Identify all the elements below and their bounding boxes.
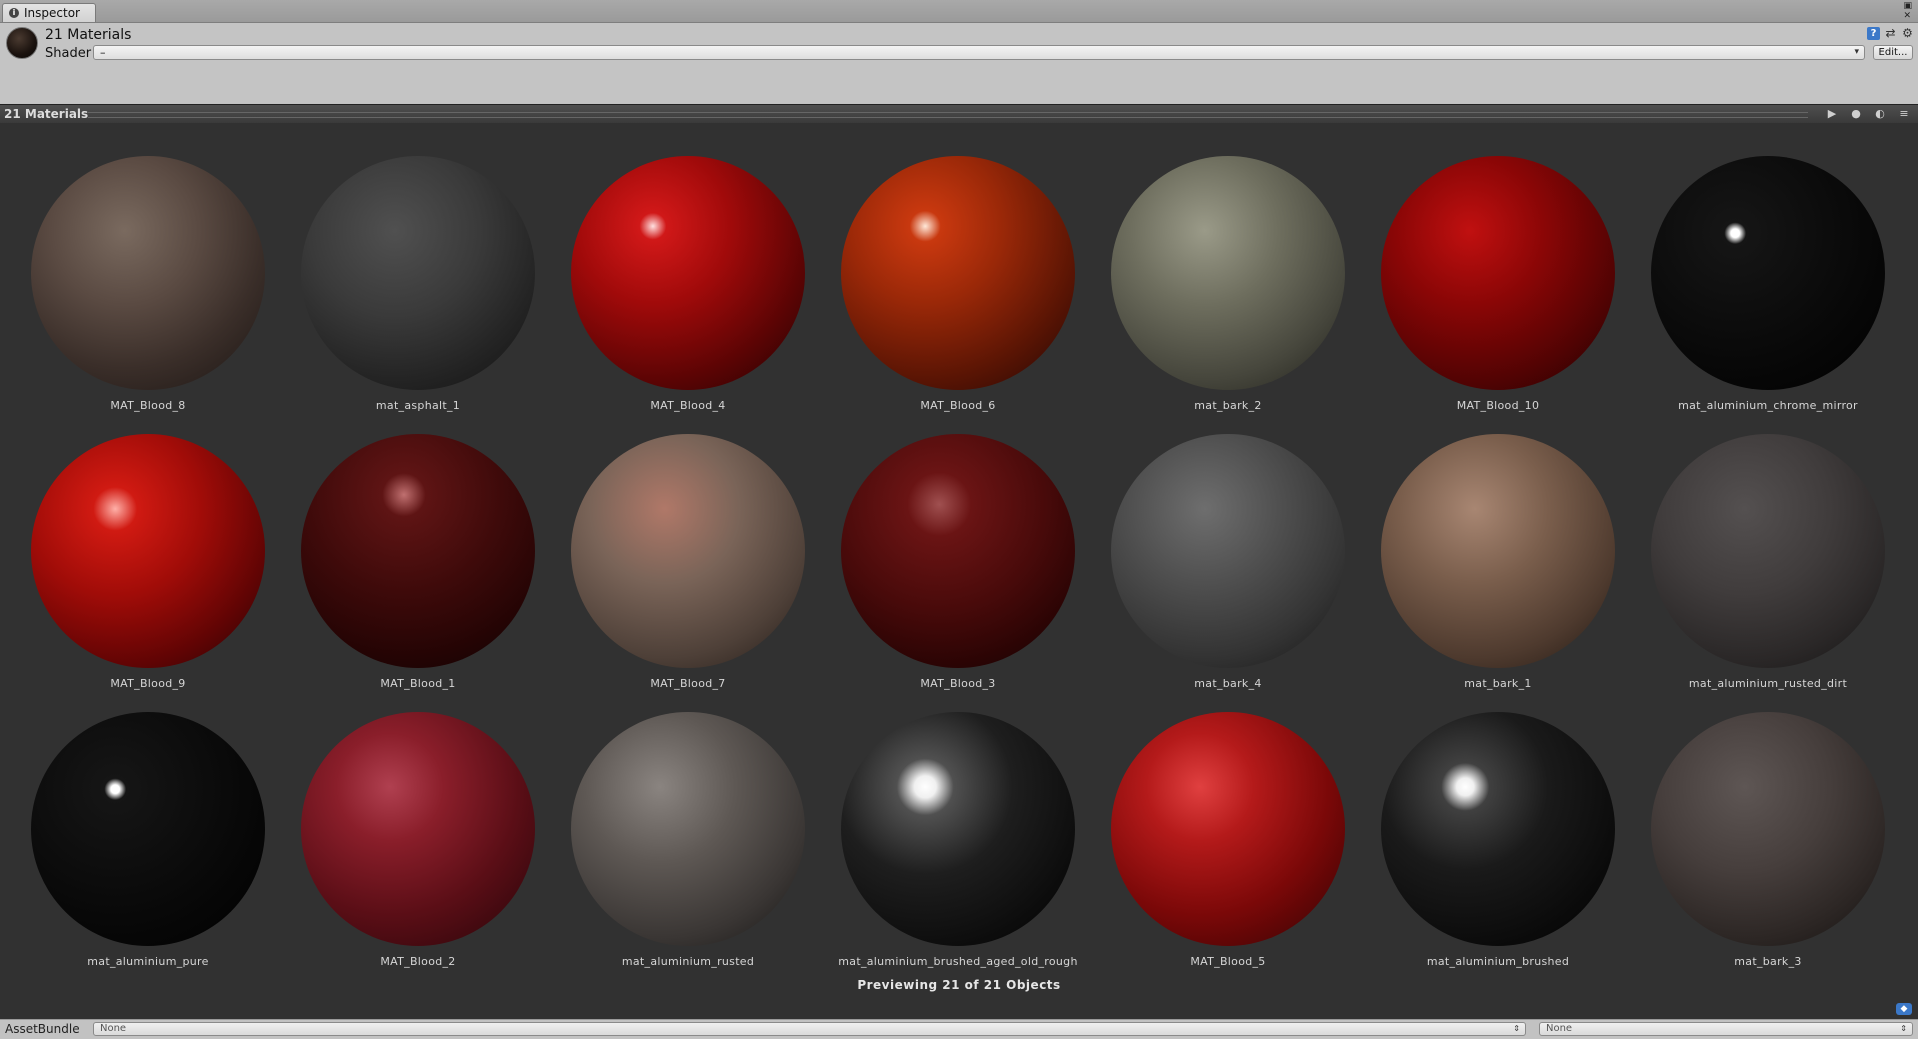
- inspector-title: 21 Materials: [45, 27, 132, 43]
- lights-icon[interactable]: ◐: [1872, 107, 1888, 121]
- material-name: mat_aluminium_chrome_mirror: [1678, 399, 1858, 412]
- material-sphere[interactable]: [301, 156, 535, 390]
- material-name: MAT_Blood_2: [380, 955, 456, 968]
- material-name: MAT_Blood_6: [920, 399, 996, 412]
- close-icon[interactable]: ✕: [1903, 12, 1912, 21]
- preview-status: Previewing 21 of 21 Objects: [857, 978, 1061, 992]
- sphere-icon[interactable]: ●: [1848, 107, 1864, 121]
- shader-dropdown-value: –: [100, 46, 106, 59]
- material-name: mat_bark_1: [1464, 677, 1532, 690]
- material-sphere[interactable]: [1381, 156, 1615, 390]
- material-sphere[interactable]: [841, 434, 1075, 668]
- tab-inspector[interactable]: i Inspector: [2, 3, 96, 22]
- material-sphere[interactable]: [301, 712, 535, 946]
- material-name: mat_aluminium_brushed_aged_old_rough: [838, 955, 1078, 968]
- lock-icon[interactable]: ▣: [1903, 2, 1912, 11]
- tag-icon[interactable]: ◆: [1896, 1003, 1912, 1015]
- material-name: mat_bark_3: [1734, 955, 1802, 968]
- material-sphere[interactable]: [571, 434, 805, 668]
- material-name: MAT_Blood_7: [650, 677, 726, 690]
- preview-title: 21 Materials: [4, 107, 89, 121]
- material-name: mat_asphalt_1: [375, 399, 461, 412]
- material-name: MAT_Blood_4: [650, 399, 726, 412]
- material-sphere[interactable]: [31, 434, 265, 668]
- material-sphere[interactable]: [1381, 712, 1615, 946]
- inspector-header: 21 Materials Shader – ▾ Edit... ? ⇄ ⚙: [0, 23, 1918, 103]
- material-sphere[interactable]: [571, 712, 805, 946]
- material-sphere[interactable]: [1111, 156, 1345, 390]
- material-sphere[interactable]: [1651, 434, 1885, 668]
- material-name: MAT_Blood_8: [110, 399, 186, 412]
- tab-inspector-label: Inspector: [24, 6, 80, 20]
- help-icon[interactable]: ?: [1867, 27, 1880, 40]
- material-name: MAT_Blood_5: [1190, 955, 1266, 968]
- material-sphere[interactable]: [841, 156, 1075, 390]
- layout-icon[interactable]: ⇄: [1884, 27, 1897, 40]
- material-name: MAT_Blood_10: [1456, 399, 1540, 412]
- menu-icon[interactable]: ≡: [1896, 107, 1912, 121]
- material-name: mat_aluminium_brushed: [1426, 955, 1570, 968]
- gear-icon[interactable]: ⚙: [1901, 27, 1914, 40]
- asset-bundle-dropdown[interactable]: None ⇕: [93, 1022, 1526, 1036]
- material-sphere[interactable]: [1651, 712, 1885, 946]
- material-name: mat_bark_2: [1194, 399, 1262, 412]
- shader-label: Shader: [45, 46, 92, 61]
- material-sphere[interactable]: [571, 156, 805, 390]
- info-icon: i: [9, 8, 19, 18]
- window-controls: ▣ ✕: [1903, 2, 1912, 21]
- material-preview-area: Previewing 21 of 21 Objects ◆ MAT_Blood_…: [0, 123, 1918, 1019]
- asset-bundle-variant-value: None: [1546, 1023, 1573, 1034]
- preview-drag-handle[interactable]: [88, 112, 1808, 118]
- window-tab-bar: i Inspector ▣ ✕: [0, 0, 1918, 23]
- shader-edit-button[interactable]: Edit...: [1873, 45, 1913, 60]
- header-icons: ? ⇄ ⚙: [1867, 27, 1914, 40]
- preview-buttons: ▶ ● ◐ ≡: [1824, 107, 1912, 121]
- material-sphere[interactable]: [31, 712, 265, 946]
- material-name: mat_aluminium_rusted: [621, 955, 755, 968]
- shader-dropdown[interactable]: – ▾: [93, 45, 1865, 60]
- asset-bundle-bar: AssetBundle None ⇕ None ⇕: [0, 1019, 1918, 1039]
- material-sphere[interactable]: [841, 712, 1075, 946]
- material-name: mat_aluminium_pure: [87, 955, 209, 968]
- material-name: MAT_Blood_1: [380, 677, 456, 690]
- asset-bundle-label: AssetBundle: [5, 1022, 80, 1036]
- material-name: MAT_Blood_3: [920, 677, 996, 690]
- preview-toolbar: 21 Materials ▶ ● ◐ ≡: [0, 104, 1918, 124]
- material-sphere[interactable]: [31, 156, 265, 390]
- material-sphere[interactable]: [1111, 712, 1345, 946]
- asset-bundle-variant-dropdown[interactable]: None ⇕: [1539, 1022, 1913, 1036]
- material-sphere[interactable]: [301, 434, 535, 668]
- chevron-down-icon: ▾: [1854, 47, 1859, 57]
- material-name: mat_bark_4: [1194, 677, 1262, 690]
- material-sphere[interactable]: [1651, 156, 1885, 390]
- material-name: MAT_Blood_9: [110, 677, 186, 690]
- play-icon[interactable]: ▶: [1824, 107, 1840, 121]
- material-sphere[interactable]: [1381, 434, 1615, 668]
- material-name: mat_aluminium_rusted_dirt: [1688, 677, 1848, 690]
- asset-bundle-value: None: [100, 1023, 127, 1034]
- chevron-updown-icon: ⇕: [1513, 1024, 1520, 1033]
- material-sphere[interactable]: [1111, 434, 1345, 668]
- chevron-updown-icon: ⇕: [1900, 1024, 1907, 1033]
- material-thumbnail: [6, 27, 38, 59]
